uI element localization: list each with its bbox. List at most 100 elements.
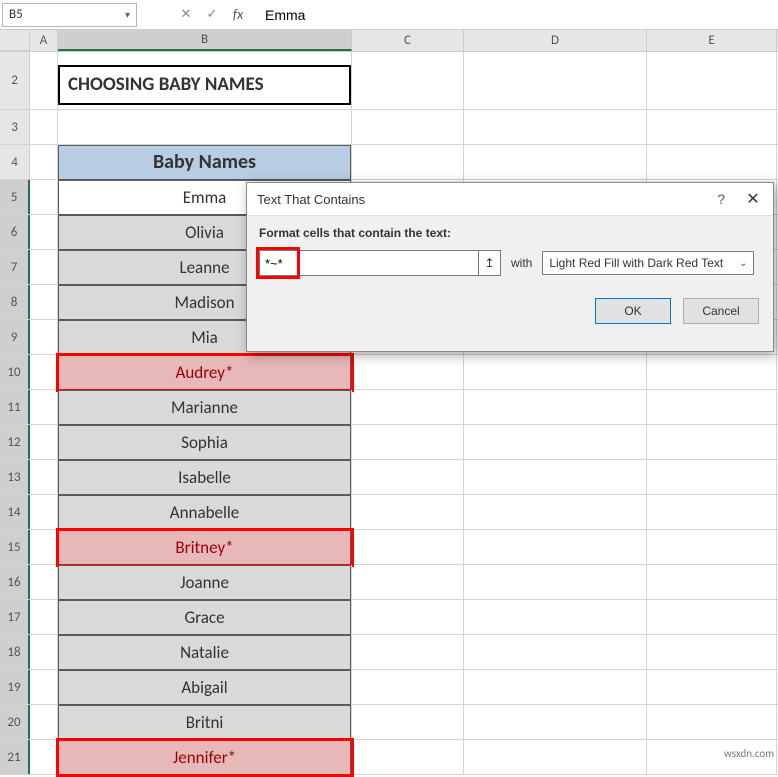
criteria-input[interactable]: [259, 250, 479, 276]
fx-icon[interactable]: fx: [229, 6, 247, 24]
cell[interactable]: [30, 670, 58, 704]
name-box[interactable]: B5 ▾: [2, 3, 137, 27]
cell[interactable]: [464, 425, 647, 459]
cell[interactable]: Annabelle: [58, 495, 352, 529]
cancel-button[interactable]: Cancel: [683, 298, 759, 324]
cell[interactable]: [352, 110, 464, 144]
cell[interactable]: Britni: [58, 705, 352, 739]
cell[interactable]: Abigail: [58, 670, 352, 704]
cell[interactable]: [30, 110, 58, 144]
enter-icon[interactable]: ✓: [203, 6, 221, 24]
cell[interactable]: [30, 495, 58, 529]
cell[interactable]: [352, 600, 464, 634]
row-head[interactable]: 3: [0, 110, 30, 144]
cell[interactable]: [58, 110, 352, 144]
row-head[interactable]: 4: [0, 145, 30, 179]
ok-button[interactable]: OK: [595, 298, 671, 324]
row-head[interactable]: 20: [0, 705, 30, 739]
cell[interactable]: [352, 705, 464, 739]
cell[interactable]: [30, 530, 58, 564]
data-cell[interactable]: Abigail: [58, 670, 351, 705]
cell[interactable]: Isabelle: [58, 460, 352, 494]
dialog-titlebar[interactable]: Text That Contains ? ✕: [247, 183, 773, 216]
cell[interactable]: [464, 740, 647, 774]
row-head[interactable]: 14: [0, 495, 30, 529]
cell[interactable]: [647, 530, 777, 564]
cell[interactable]: [464, 635, 647, 669]
cell[interactable]: Jennifer*: [58, 740, 352, 774]
cell[interactable]: [352, 495, 464, 529]
cell[interactable]: [352, 530, 464, 564]
row-head[interactable]: 6: [0, 215, 30, 249]
row-head[interactable]: 16: [0, 565, 30, 599]
cell[interactable]: [464, 530, 647, 564]
cell[interactable]: [30, 635, 58, 669]
cell[interactable]: [647, 110, 777, 144]
cell[interactable]: Natalie: [58, 635, 352, 669]
cell[interactable]: [352, 635, 464, 669]
data-cell[interactable]: Grace: [58, 600, 351, 635]
cell[interactable]: [647, 635, 777, 669]
data-cell[interactable]: Annabelle: [58, 495, 351, 530]
cell[interactable]: [30, 460, 58, 494]
cell[interactable]: [352, 390, 464, 424]
row-head[interactable]: 18: [0, 635, 30, 669]
data-cell[interactable]: Britney*: [58, 530, 351, 565]
cell[interactable]: [352, 740, 464, 774]
cell[interactable]: [464, 705, 647, 739]
help-icon[interactable]: ?: [717, 191, 725, 207]
cell[interactable]: [30, 425, 58, 459]
cell[interactable]: [464, 110, 647, 144]
format-select[interactable]: Light Red Fill with Dark Red Text ⌄: [542, 251, 754, 275]
row-head[interactable]: 9: [0, 320, 30, 354]
cell[interactable]: Grace: [58, 600, 352, 634]
formula-input[interactable]: [265, 7, 565, 23]
row-head[interactable]: 7: [0, 250, 30, 284]
col-head-a[interactable]: A: [30, 30, 58, 51]
row-head[interactable]: 17: [0, 600, 30, 634]
cell[interactable]: [647, 495, 777, 529]
row-head[interactable]: 19: [0, 670, 30, 704]
cell[interactable]: [464, 600, 647, 634]
data-cell[interactable]: Sophia: [58, 425, 351, 460]
cell[interactable]: [352, 425, 464, 459]
cell[interactable]: [464, 565, 647, 599]
cell[interactable]: Sophia: [58, 425, 352, 459]
cell[interactable]: [30, 250, 58, 284]
data-cell[interactable]: Audrey*: [58, 355, 351, 390]
row-head[interactable]: 13: [0, 460, 30, 494]
row-head[interactable]: 2: [0, 52, 30, 109]
cell[interactable]: [647, 600, 777, 634]
row-head[interactable]: 5: [0, 180, 30, 214]
data-cell[interactable]: Joanne: [58, 565, 351, 600]
cell[interactable]: [464, 355, 647, 389]
cell[interactable]: [30, 740, 58, 774]
cell[interactable]: [30, 355, 58, 389]
cell[interactable]: [464, 495, 647, 529]
cell[interactable]: [647, 460, 777, 494]
row-head[interactable]: 12: [0, 425, 30, 459]
col-head-b[interactable]: B: [58, 30, 352, 51]
cell[interactable]: [647, 145, 777, 179]
col-head-d[interactable]: D: [464, 30, 647, 51]
cell[interactable]: [30, 215, 58, 249]
cell[interactable]: [352, 52, 464, 109]
row-head[interactable]: 15: [0, 530, 30, 564]
cell[interactable]: [647, 355, 777, 389]
cell[interactable]: [30, 390, 58, 424]
cell[interactable]: [647, 670, 777, 704]
cell[interactable]: [30, 565, 58, 599]
col-head-e[interactable]: E: [647, 30, 777, 51]
row-head[interactable]: 8: [0, 285, 30, 319]
close-icon[interactable]: ✕: [743, 189, 763, 209]
cell[interactable]: [352, 460, 464, 494]
data-cell[interactable]: Natalie: [58, 635, 351, 670]
cell[interactable]: Britney*: [58, 530, 352, 564]
cell[interactable]: [647, 390, 777, 424]
cell[interactable]: Baby Names: [58, 145, 352, 179]
data-cell[interactable]: Marianne: [58, 390, 351, 425]
cancel-icon[interactable]: ✕: [177, 6, 195, 24]
chevron-down-icon[interactable]: ▾: [125, 8, 130, 21]
cell[interactable]: [352, 565, 464, 599]
cell[interactable]: [464, 390, 647, 424]
